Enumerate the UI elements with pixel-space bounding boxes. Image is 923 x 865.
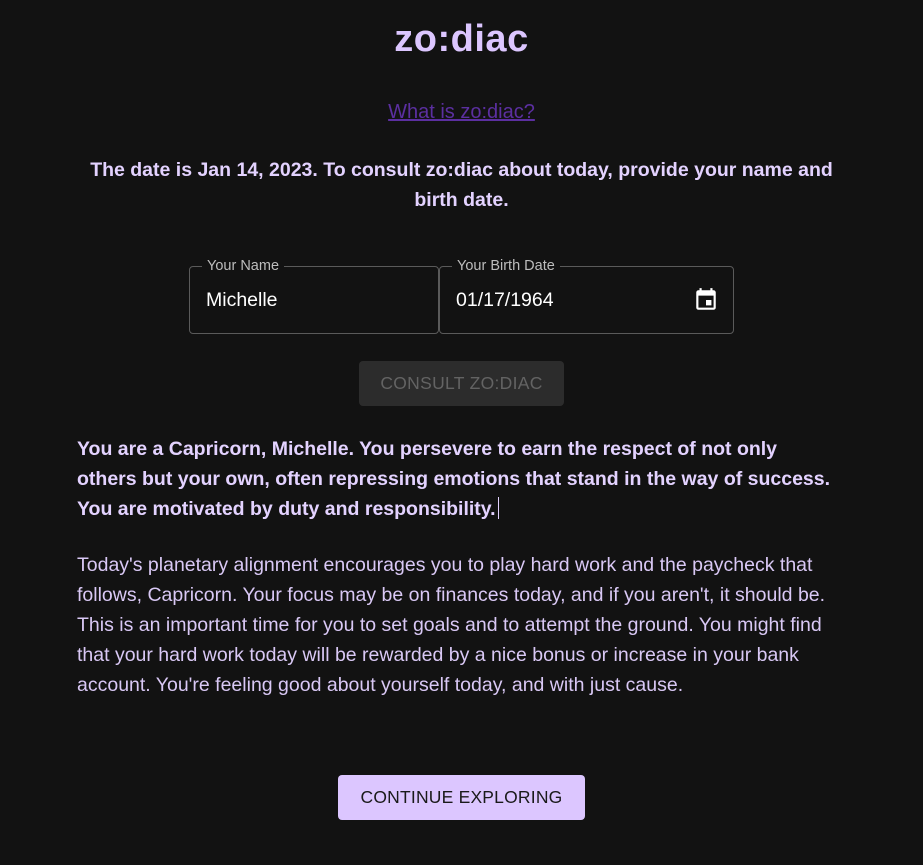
name-field-value[interactable]: Michelle [206,289,278,312]
what-is-zodiac-link[interactable]: What is zo:diac? [388,101,535,123]
birth-date-field-value[interactable]: 01/17/1964 [456,289,554,312]
sign-description-text: You are a Capricorn, Michelle. You perse… [77,438,831,520]
app-title: zo:diac [394,18,529,60]
consult-zodiac-button[interactable]: CONSULT ZO:DIAC [359,361,564,406]
name-field[interactable]: Your Name Michelle [189,258,439,334]
continue-exploring-button[interactable]: CONTINUE EXPLORING [338,775,585,820]
birth-date-field-label: Your Birth Date [452,258,560,274]
about-link-container: What is zo:diac? [0,101,923,124]
calendar-icon[interactable] [693,287,719,313]
text-cursor [497,497,499,519]
sign-description: You are a Capricorn, Michelle. You perse… [77,434,837,524]
name-field-label: Your Name [202,258,285,274]
page: zo:diac What is zo:diac? The date is Jan… [0,0,923,865]
birth-date-field[interactable]: Your Birth Date 01/17/1964 [439,258,734,334]
horoscope-text: Today's planetary alignment encourages y… [77,554,826,696]
intro-text: The date is Jan 14, 2023. To consult zo:… [90,159,833,211]
